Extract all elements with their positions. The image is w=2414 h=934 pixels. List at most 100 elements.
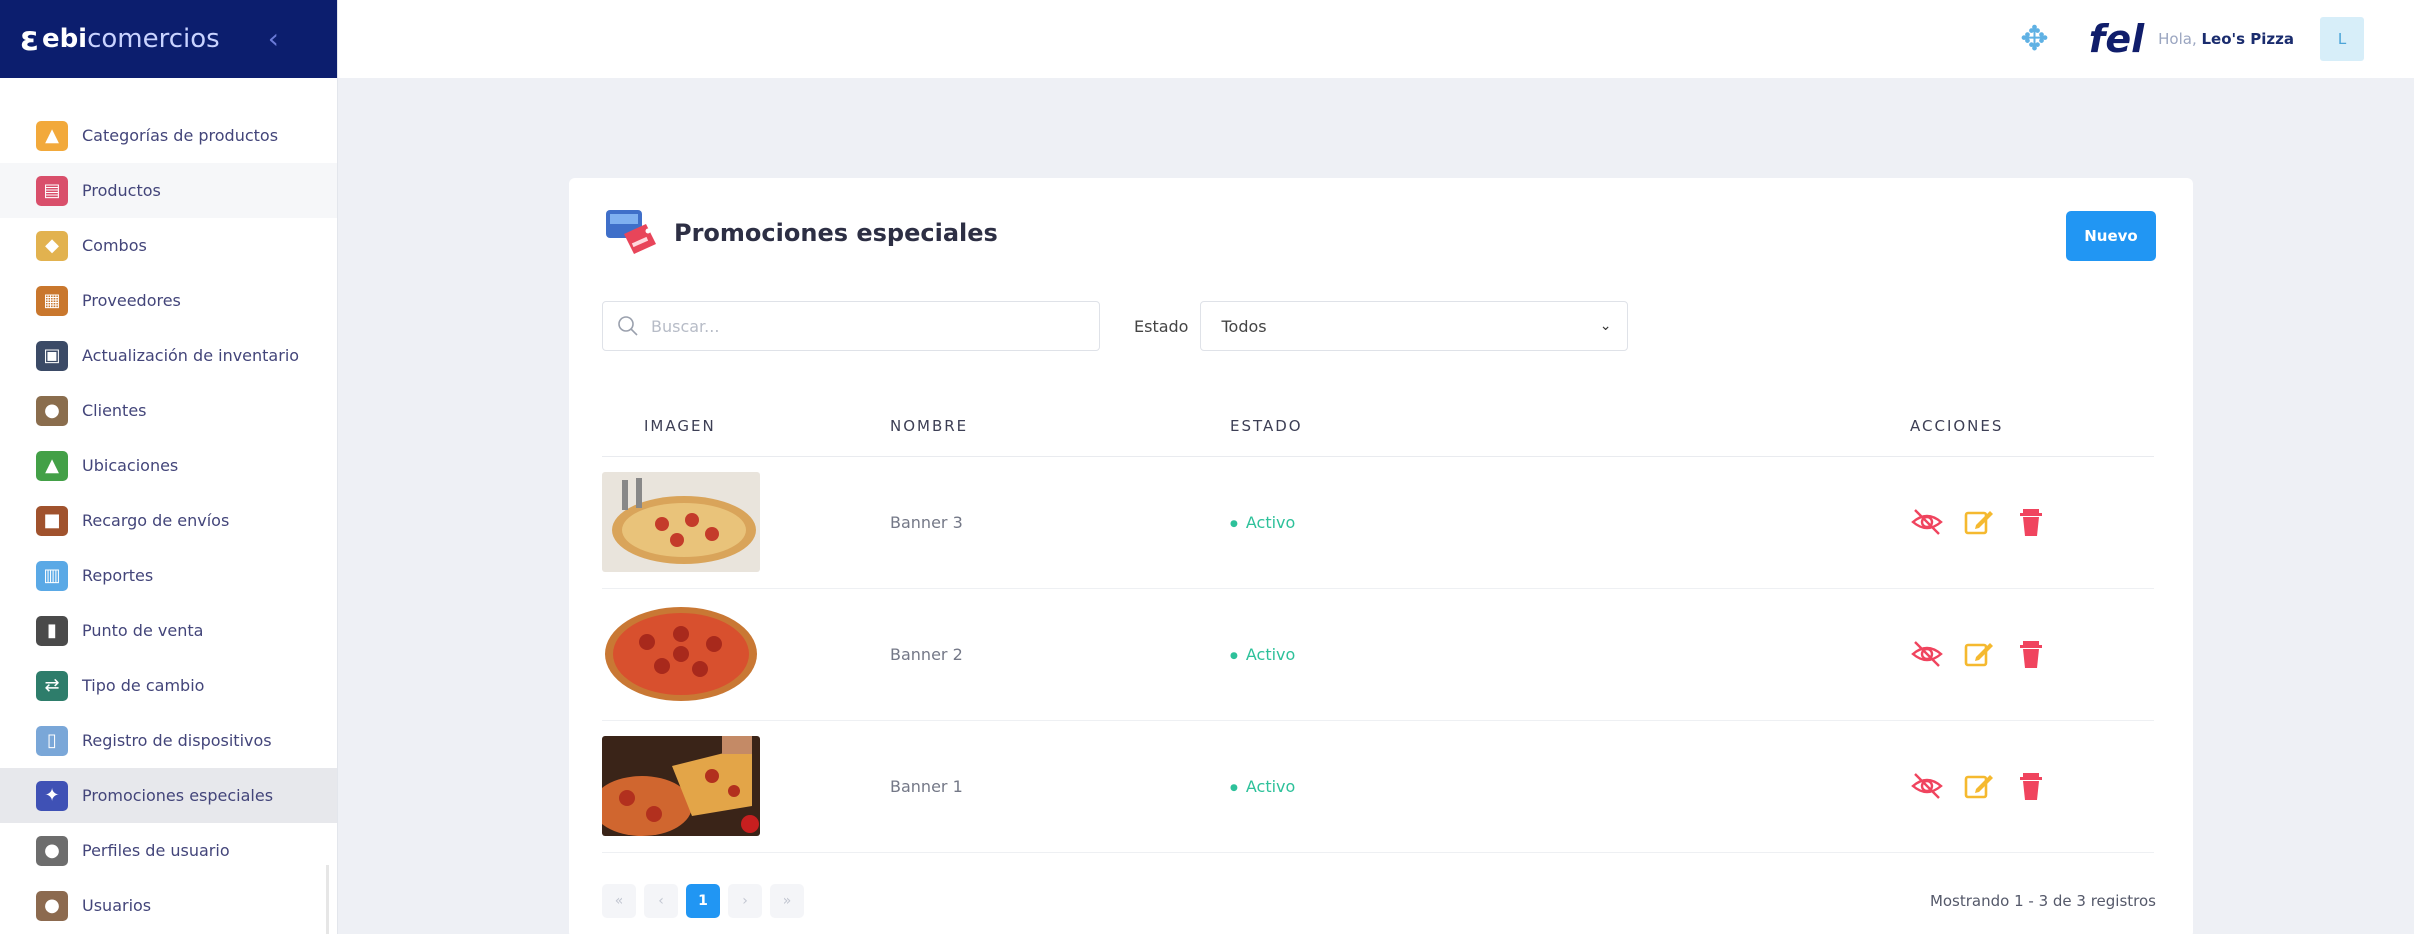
pagination-first-button[interactable]: « [602, 884, 636, 918]
status-badge: Activo [1230, 513, 1295, 532]
sidebar-item-dispositivos[interactable]: ▯ Registro de dispositivos [0, 713, 337, 768]
card-header: Promociones especiales [602, 204, 998, 262]
banner-thumbnail[interactable] [602, 472, 760, 572]
users-icon: ● [36, 890, 68, 921]
status-cell: Activo [1230, 720, 1870, 853]
actions-cell [1870, 720, 2154, 853]
sidebar-item-label: Categorías de productos [82, 126, 279, 145]
combos-icon: ◆ [36, 230, 68, 261]
row-actions [1870, 769, 2154, 803]
sidebar-item-combos[interactable]: ◆ Combos [0, 218, 337, 273]
banner-thumbnail[interactable] [602, 604, 760, 704]
sidebar-item-label: Proveedores [82, 291, 181, 310]
search-input[interactable] [651, 316, 1081, 336]
hide-eye-slash-icon[interactable] [1910, 637, 1944, 671]
estado-label: Estado [1134, 316, 1189, 336]
hide-eye-slash-icon[interactable] [1910, 769, 1944, 803]
brand-name: ebicomercios [41, 24, 220, 54]
sidebar-item-perfiles[interactable]: ● Perfiles de usuario [0, 823, 337, 878]
status-cell: Activo [1230, 588, 1870, 721]
table-row: Banner 1 Activo [602, 720, 2154, 853]
name-cell: Banner 2 [890, 588, 1230, 721]
sidebar-item-tipo-cambio[interactable]: ⇄ Tipo de cambio [0, 658, 337, 713]
sidebar-item-label: Actualización de inventario [82, 346, 300, 365]
sidebar-item-label: Ubicaciones [82, 456, 179, 475]
promotions-card: Promociones especiales Nuevo Estado Todo… [569, 178, 2193, 934]
actions-cell [1870, 588, 2154, 721]
sidebar-scrollbar[interactable] [326, 865, 329, 934]
sidebar-nav: ▲ Categorías de productos ▤ Productos ◆ … [0, 78, 337, 933]
profiles-icon: ● [36, 835, 68, 866]
estado-select[interactable]: Todos ⌄ [1200, 301, 1629, 351]
locations-icon: ▲ [36, 450, 68, 481]
name-cell: Banner 1 [890, 720, 1230, 853]
sidebar-item-label: Combos [82, 236, 147, 255]
status-badge: Activo [1230, 777, 1295, 796]
app-root: ε ebicomercios ‹ ▲ Categorías de product… [0, 0, 2414, 934]
pagination-prev-button[interactable]: ‹ [644, 884, 678, 918]
sidebar-collapse-icon[interactable]: ‹ [268, 22, 279, 55]
promotions-icon: ✦ [36, 780, 68, 811]
row-actions [1870, 637, 2154, 671]
sidebar-item-label: Usuarios [82, 896, 152, 915]
sidebar-item-recargo-envios[interactable]: ■ Recargo de envíos [0, 493, 337, 548]
sidebar-item-promociones[interactable]: ✦ Promociones especiales [0, 768, 337, 823]
clients-icon: ● [36, 395, 68, 426]
image-cell [602, 720, 890, 853]
move-arrows-icon[interactable]: ✥ [2020, 19, 2049, 59]
edit-icon[interactable] [1962, 505, 1996, 539]
pagination-last-button[interactable]: » [770, 884, 804, 918]
sidebar-item-label: Recargo de envíos [82, 511, 230, 530]
sidebar-item-clientes[interactable]: ● Clientes [0, 383, 337, 438]
sidebar-item-label: Productos [82, 181, 161, 200]
sidebar-item-inventario[interactable]: ▣ Actualización de inventario [0, 328, 337, 383]
products-icon: ▤ [36, 175, 68, 206]
image-cell [602, 588, 890, 721]
filters-bar: Estado Todos ⌄ [602, 301, 1629, 351]
devices-icon: ▯ [36, 725, 68, 756]
topbar: ✥ fel Hola, Leo's Pizza L [338, 0, 2414, 78]
sidebar-item-ubicaciones[interactable]: ▲ Ubicaciones [0, 438, 337, 493]
delete-trash-icon[interactable] [2014, 505, 2048, 539]
delete-trash-icon[interactable] [2014, 769, 2048, 803]
table-row: Banner 3 Activo [602, 456, 2154, 589]
brand-logo: ε [20, 19, 39, 59]
avatar[interactable]: L [2320, 17, 2364, 61]
delete-trash-icon[interactable] [2014, 637, 2048, 671]
column-header-nombre: NOMBRE [890, 396, 1230, 457]
sidebar-item-categorias[interactable]: ▲ Categorías de productos [0, 108, 337, 163]
estado-select-value: Todos [1221, 316, 1267, 336]
promotions-tag-icon [606, 210, 656, 254]
table-row: Banner 2 Activo [602, 588, 2154, 721]
search-icon [618, 316, 638, 336]
brand-bar: ε ebicomercios ‹ [0, 0, 337, 78]
pos-icon: ▮ [36, 615, 68, 646]
sidebar-item-label: Reportes [82, 566, 154, 585]
exchange-icon: ⇄ [36, 670, 68, 701]
sidebar-item-proveedores[interactable]: ▦ Proveedores [0, 273, 337, 328]
fel-logo: fel [2088, 17, 2145, 61]
edit-icon[interactable] [1962, 769, 1996, 803]
pagination: « ‹ 1 › » [602, 884, 812, 918]
pagination-page-1[interactable]: 1 [686, 884, 720, 918]
sidebar-item-productos[interactable]: ▤ Productos [0, 163, 337, 218]
sidebar: ε ebicomercios ‹ ▲ Categorías de product… [0, 0, 338, 934]
promotions-table: IMAGEN NOMBRE ESTADO ACCIONES Banner 3 ●… [602, 396, 2154, 853]
name-cell: Banner 3 [890, 456, 1230, 589]
search-box [602, 301, 1100, 351]
pagination-next-button[interactable]: › [728, 884, 762, 918]
column-header-imagen: IMAGEN [602, 396, 890, 457]
edit-icon[interactable] [1962, 637, 1996, 671]
sidebar-item-reportes[interactable]: ▥ Reportes [0, 548, 337, 603]
sidebar-item-label: Punto de venta [82, 621, 204, 640]
sidebar-item-punto-venta[interactable]: ▮ Punto de venta [0, 603, 337, 658]
table-header-row: IMAGEN NOMBRE ESTADO ACCIONES [602, 396, 2154, 457]
new-button[interactable]: Nuevo [2066, 211, 2156, 261]
banner-thumbnail[interactable] [602, 736, 760, 836]
records-summary: Mostrando 1 - 3 de 3 registros [1929, 892, 2156, 910]
sidebar-item-usuarios[interactable]: ● Usuarios [0, 878, 337, 933]
categories-icon: ▲ [36, 120, 68, 151]
page-title: Promociones especiales [674, 219, 998, 247]
hide-eye-slash-icon[interactable] [1910, 505, 1944, 539]
inventory-icon: ▣ [36, 340, 68, 371]
